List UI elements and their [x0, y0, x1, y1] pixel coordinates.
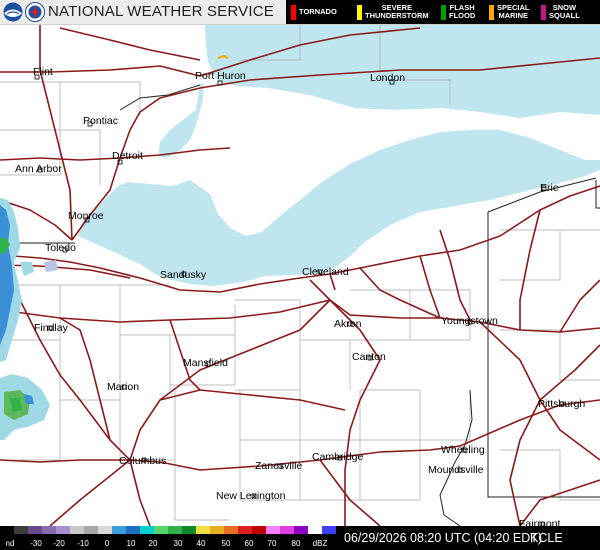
legend-label-thunderstorm-line: THUNDERSTORM [365, 11, 429, 20]
scale-label: 60 [245, 539, 254, 548]
legend-label-special-marine: SPECIAL MARINE [497, 4, 530, 20]
scale-swatch [308, 526, 323, 534]
city-label: Akron [334, 318, 362, 330]
city-label: Monroe [68, 210, 104, 222]
flash-flood-swatch [441, 5, 446, 20]
scale-swatch [322, 526, 336, 534]
special-marine-swatch [489, 5, 494, 20]
scale-color-bar [0, 526, 336, 534]
legend-label-marine-line: MARINE [498, 11, 529, 20]
legend-label-squall-line: SQUALL [549, 11, 580, 20]
scale-swatch [0, 526, 15, 534]
scale-swatch [70, 526, 85, 534]
radar-page: NATIONAL WEATHER SERVICE TORNADO SEVERE … [0, 0, 600, 550]
nws-logo-icon [25, 2, 45, 22]
legend-label-snow-squall: SNOW SQUALL [549, 4, 580, 20]
scale-swatch [42, 526, 57, 534]
legend-label-tornado: TORNADO [299, 7, 337, 16]
scale-label: 10 [127, 539, 136, 548]
city-label: Fairmont [519, 518, 561, 526]
page-title: NATIONAL WEATHER SERVICE [48, 3, 274, 20]
legend-special-marine: SPECIAL MARINE [486, 0, 540, 24]
city-label: Marion [107, 381, 139, 393]
scale-swatch [98, 526, 113, 534]
scale-label: 20 [149, 539, 158, 548]
legend-snow-squall: SNOW SQUALL [538, 0, 598, 24]
scale-swatch [238, 526, 253, 534]
header-bar: NATIONAL WEATHER SERVICE TORNADO SEVERE … [0, 0, 600, 25]
severe-thunderstorm-swatch [357, 5, 362, 20]
city-label: Wheeling [441, 444, 485, 456]
city-label: Erie [540, 182, 559, 194]
city-label: Mansfield [183, 357, 228, 369]
city-label: Youngstown [441, 315, 498, 327]
tornado-swatch [291, 5, 296, 20]
scale-swatch [112, 526, 127, 534]
radar-map[interactable]: Flint Port Huron London Pontiac Detroit … [0, 25, 600, 526]
city-label: Flint [33, 66, 53, 78]
scale-swatch [210, 526, 225, 534]
legend-tornado: TORNADO [288, 0, 358, 24]
timestamp: 06/29/2026 08:20 UTC (04:20 EDT) [344, 531, 543, 545]
legend-severe-thunderstorm: SEVERE THUNDERSTORM [354, 0, 442, 24]
city-label: Columbus [119, 455, 166, 467]
scale-swatch [224, 526, 239, 534]
city-label: Sandusky [160, 269, 207, 281]
scale-swatch [266, 526, 281, 534]
scale-label: dBZ [313, 539, 328, 548]
scale-label: nd [6, 539, 15, 548]
scale-swatch [140, 526, 155, 534]
scale-label: 40 [197, 539, 206, 548]
scale-swatch [294, 526, 309, 534]
scale-swatch [56, 526, 71, 534]
legend-flash-flood: FLASH FLOOD [438, 0, 488, 24]
city-label: Cambridge [312, 451, 364, 463]
scale-swatch [168, 526, 183, 534]
scale-swatch [14, 526, 29, 534]
city-label: Detroit [112, 150, 143, 162]
legend-label-flood-line: FLOOD [449, 11, 476, 20]
legend-label-flash-flood: FLASH FLOOD [449, 4, 475, 20]
city-label: Toledo [45, 242, 76, 254]
reflectivity-scale: nd -30 -20 -10 0 10 20 30 40 50 60 70 80 dBZ [0, 526, 336, 548]
legend-label-severe-thunderstorm: SEVERE THUNDERSTORM [365, 4, 429, 20]
scale-label: -30 [30, 539, 42, 548]
city-label: New Lexington [216, 490, 286, 502]
scale-label: 70 [268, 539, 277, 548]
scale-swatch [182, 526, 197, 534]
scale-swatch [154, 526, 169, 534]
scale-label: -10 [77, 539, 89, 548]
city-label: Cleveland [302, 266, 349, 278]
scale-swatch [252, 526, 267, 534]
city-label: Zanesville [255, 460, 302, 472]
city-label: Moundsville [428, 464, 484, 476]
radar-site-id: KCLE [530, 531, 563, 545]
scale-label: -20 [53, 539, 65, 548]
scale-swatch [126, 526, 141, 534]
city-label: London [370, 72, 405, 84]
snow-squall-swatch [541, 5, 546, 20]
scale-swatch [84, 526, 99, 534]
warning-legend: TORNADO SEVERE THUNDERSTORM FLASH FLOOD [286, 0, 600, 24]
footer-bar: nd -30 -20 -10 0 10 20 30 40 50 60 70 80 dBZ 06/29/20… [0, 526, 600, 550]
city-label: Pontiac [83, 115, 118, 127]
city-label: Pittsburgh [538, 398, 585, 410]
city-label: Port Huron [195, 70, 246, 82]
scale-label: 80 [292, 539, 301, 548]
scale-swatch [28, 526, 43, 534]
noaa-logo-icon [3, 2, 23, 22]
scale-label: 0 [105, 539, 110, 548]
scale-swatch [196, 526, 211, 534]
scale-label: 30 [174, 539, 183, 548]
city-label: Findlay [34, 322, 69, 334]
scale-label: 50 [222, 539, 231, 548]
scale-labels: nd -30 -20 -10 0 10 20 30 40 50 60 70 80 dBZ [6, 539, 328, 548]
city-label: Canton [352, 351, 386, 363]
scale-swatch [280, 526, 295, 534]
city-label: Ann Arbor [15, 163, 62, 175]
